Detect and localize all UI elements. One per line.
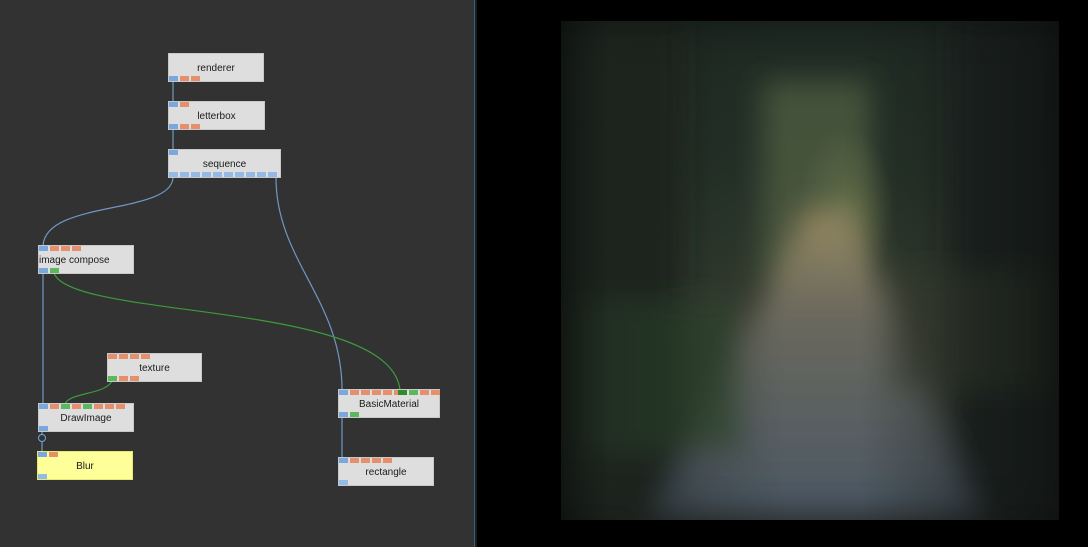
- output-port[interactable]: [108, 354, 117, 359]
- node-label: texture: [139, 363, 170, 374]
- wire: [64, 380, 113, 405]
- output-port[interactable]: [119, 354, 128, 359]
- output-port[interactable]: [372, 458, 381, 463]
- output-port[interactable]: [383, 458, 392, 463]
- input-port[interactable]: [257, 172, 266, 177]
- input-port[interactable]: [169, 124, 178, 129]
- input-port[interactable]: [191, 172, 200, 177]
- output-port[interactable]: [50, 246, 59, 251]
- output-port[interactable]: [130, 354, 139, 359]
- output-port[interactable]: [39, 246, 48, 251]
- output-port[interactable]: [38, 452, 47, 457]
- input-port[interactable]: [108, 376, 117, 381]
- output-port[interactable]: [116, 404, 125, 409]
- input-port[interactable]: [224, 172, 233, 177]
- node-label: sequence: [202, 159, 247, 170]
- output-port[interactable]: [350, 390, 359, 395]
- output-port[interactable]: [141, 354, 150, 359]
- output-port[interactable]: [180, 102, 189, 107]
- output-port[interactable]: [94, 404, 103, 409]
- output-port[interactable]: [339, 458, 348, 463]
- input-port[interactable]: [213, 172, 222, 177]
- node-label: rectangle: [365, 467, 407, 478]
- connection-handle-icon[interactable]: [38, 434, 46, 442]
- input-port[interactable]: [169, 76, 178, 81]
- input-port[interactable]: [191, 124, 200, 129]
- output-port[interactable]: [72, 246, 81, 251]
- input-port[interactable]: [180, 124, 189, 129]
- wire: [53, 272, 401, 391]
- node-drawimage[interactable]: DrawImage: [38, 403, 134, 432]
- render-viewer: [477, 0, 1088, 547]
- input-port[interactable]: [50, 268, 59, 273]
- input-port[interactable]: [130, 376, 139, 381]
- node-rectangle[interactable]: rectangle: [338, 457, 434, 486]
- input-port[interactable]: [180, 76, 189, 81]
- wire: [275, 177, 343, 391]
- output-port[interactable]: [72, 404, 81, 409]
- output-port[interactable]: [431, 390, 440, 395]
- output-port[interactable]: [372, 390, 381, 395]
- output-port[interactable]: [39, 404, 48, 409]
- output-port[interactable]: [398, 390, 407, 395]
- output-port[interactable]: [361, 390, 370, 395]
- output-port[interactable]: [49, 452, 58, 457]
- node-label: Blur: [76, 461, 94, 472]
- input-port[interactable]: [246, 172, 255, 177]
- node-image-compose[interactable]: image compose: [38, 245, 134, 274]
- node-label: renderer: [197, 63, 235, 74]
- output-port[interactable]: [169, 150, 178, 155]
- output-port[interactable]: [339, 390, 348, 395]
- node-blur[interactable]: Blur: [37, 451, 133, 480]
- node-label: DrawImage: [60, 413, 112, 424]
- output-port[interactable]: [350, 458, 359, 463]
- node-texture[interactable]: texture: [107, 353, 202, 382]
- node-letterbox[interactable]: letterbox: [168, 101, 265, 130]
- input-port[interactable]: [39, 426, 48, 431]
- node-label: BasicMaterial: [358, 399, 420, 410]
- input-port[interactable]: [339, 412, 348, 417]
- forest-road-image: [561, 21, 1059, 520]
- node-renderer[interactable]: renderer: [168, 53, 264, 82]
- input-port[interactable]: [339, 480, 348, 485]
- node-graph-editor[interactable]: renderer letterbox sequence image compos…: [0, 0, 474, 547]
- output-port[interactable]: [61, 246, 70, 251]
- input-port[interactable]: [180, 172, 189, 177]
- input-port[interactable]: [169, 172, 178, 177]
- output-port[interactable]: [409, 390, 418, 395]
- node-label: image compose: [39, 255, 110, 266]
- node-sequence[interactable]: sequence: [168, 149, 281, 178]
- output-port[interactable]: [383, 390, 392, 395]
- input-port[interactable]: [38, 474, 47, 479]
- vignette: [561, 21, 1059, 520]
- wire: [42, 177, 174, 247]
- input-port[interactable]: [191, 76, 200, 81]
- output-port[interactable]: [361, 458, 370, 463]
- input-port[interactable]: [119, 376, 128, 381]
- output-port[interactable]: [105, 404, 114, 409]
- input-port[interactable]: [202, 172, 211, 177]
- node-label: letterbox: [197, 111, 236, 122]
- input-port[interactable]: [268, 172, 277, 177]
- input-port[interactable]: [350, 412, 359, 417]
- input-port[interactable]: [39, 268, 48, 273]
- output-port[interactable]: [420, 390, 429, 395]
- output-port[interactable]: [61, 404, 70, 409]
- node-basicmaterial[interactable]: BasicMaterial: [338, 389, 440, 418]
- output-port[interactable]: [50, 404, 59, 409]
- output-port[interactable]: [83, 404, 92, 409]
- output-port[interactable]: [169, 102, 178, 107]
- input-port[interactable]: [235, 172, 244, 177]
